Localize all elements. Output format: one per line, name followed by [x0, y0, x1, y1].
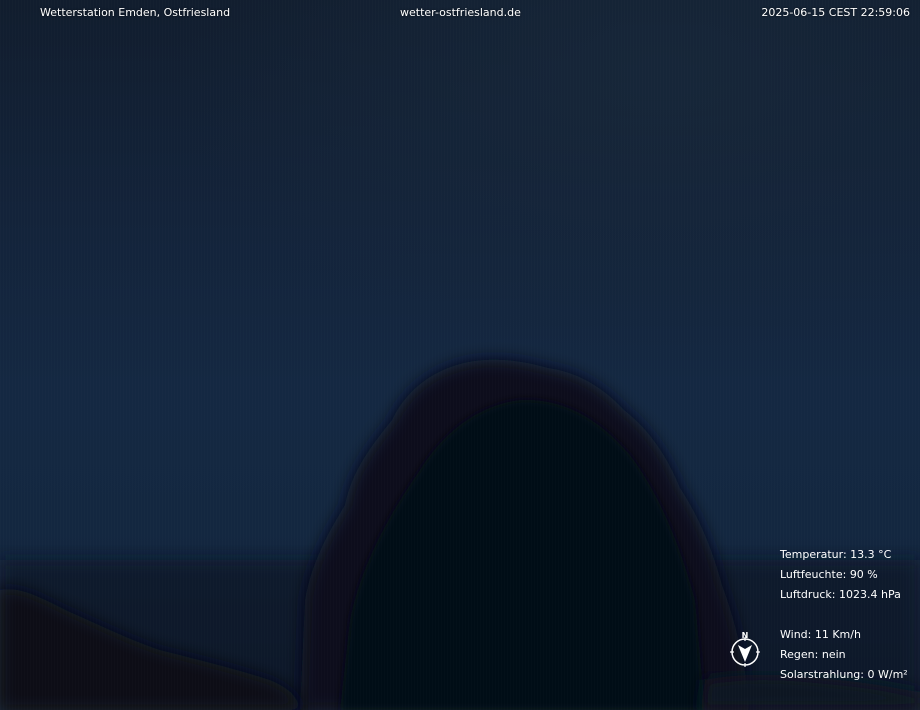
rain-readout: Regen: nein [780, 648, 846, 661]
temperature-readout: Temperatur: 13.3 °C [780, 548, 892, 561]
website-label: wetter-ostfriesland.de [400, 6, 521, 19]
pressure-readout: Luftdruck: 1023.4 hPa [780, 588, 901, 601]
station-name-label: Wetterstation Emden, Ostfriesland [40, 6, 231, 19]
readout-spacer [780, 608, 916, 628]
weather-readout-panel: Temperatur: 13.3 °C Luftfeuchte: 90 % Lu… [780, 548, 916, 688]
timestamp-label: 2025-06-15 CEST 22:59:06 [761, 6, 910, 19]
humidity-readout: Luftfeuchte: 90 % [780, 568, 878, 581]
solar-radiation-readout: Solarstrahlung: 0 W/m² [780, 668, 908, 681]
wind-readout: Wind: 11 Km/h [780, 628, 861, 641]
webcam-image: Wetterstation Emden, Ostfriesland wetter… [0, 0, 920, 710]
compass-wind-direction-icon: N [728, 630, 762, 670]
